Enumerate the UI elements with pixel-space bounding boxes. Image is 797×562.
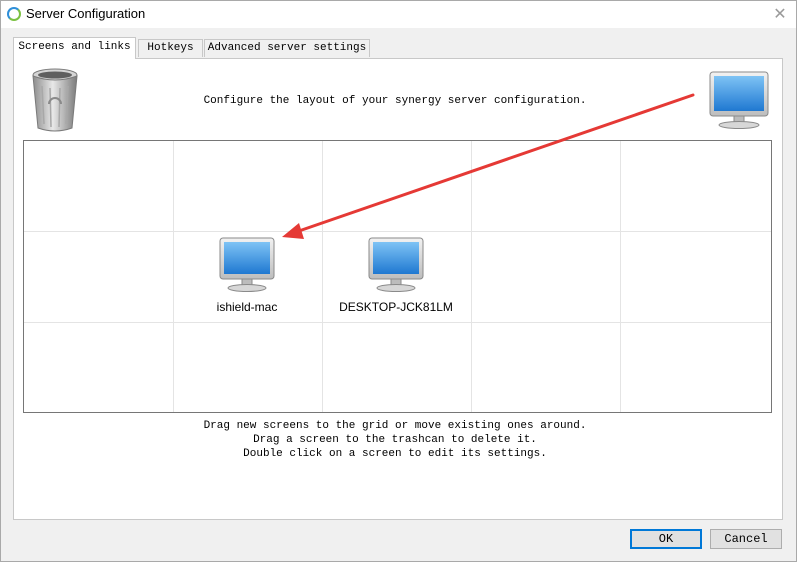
- screen-name-label: DESKTOP-JCK81LM: [339, 300, 453, 314]
- tab-hotkeys[interactable]: Hotkeys: [138, 39, 203, 57]
- new-screen-monitor-icon[interactable]: [708, 70, 770, 130]
- cancel-button[interactable]: Cancel: [710, 529, 782, 549]
- grid-line: [24, 322, 771, 323]
- monitor-icon: [219, 237, 275, 292]
- grid-line: [24, 231, 771, 232]
- hint-line: Double click on a screen to edit its set…: [243, 448, 547, 460]
- synergy-ring-icon: [7, 7, 21, 21]
- hint-line: Drag new screens to the grid or move exi…: [203, 420, 587, 432]
- window-title: Server Configuration: [26, 6, 146, 21]
- title-bar: Server Configuration ✕: [0, 0, 797, 28]
- ok-button[interactable]: OK: [630, 529, 702, 549]
- grid-line: [471, 141, 472, 412]
- tab-screens-and-links[interactable]: Screens and links: [13, 37, 136, 59]
- layout-instruction: Configure the layout of your synergy ser…: [203, 95, 587, 107]
- screen-name-label: ishield-mac: [216, 300, 278, 314]
- grid-line: [620, 141, 621, 412]
- close-button[interactable]: ✕: [763, 0, 797, 28]
- screen-ishield-mac[interactable]: ishield-mac: [187, 236, 307, 314]
- hint-line: Drag a screen to the trashcan to delete …: [253, 434, 537, 446]
- tab-advanced-server-settings[interactable]: Advanced server settings: [204, 39, 370, 57]
- usage-hints: Drag new screens to the grid or move exi…: [140, 419, 650, 461]
- monitor-icon: [368, 237, 424, 292]
- grid-line: [173, 141, 174, 412]
- grid-line: [322, 141, 323, 412]
- screen-desktop-jck81lm[interactable]: DESKTOP-JCK81LM: [336, 236, 456, 314]
- trashcan-icon[interactable]: [30, 68, 80, 134]
